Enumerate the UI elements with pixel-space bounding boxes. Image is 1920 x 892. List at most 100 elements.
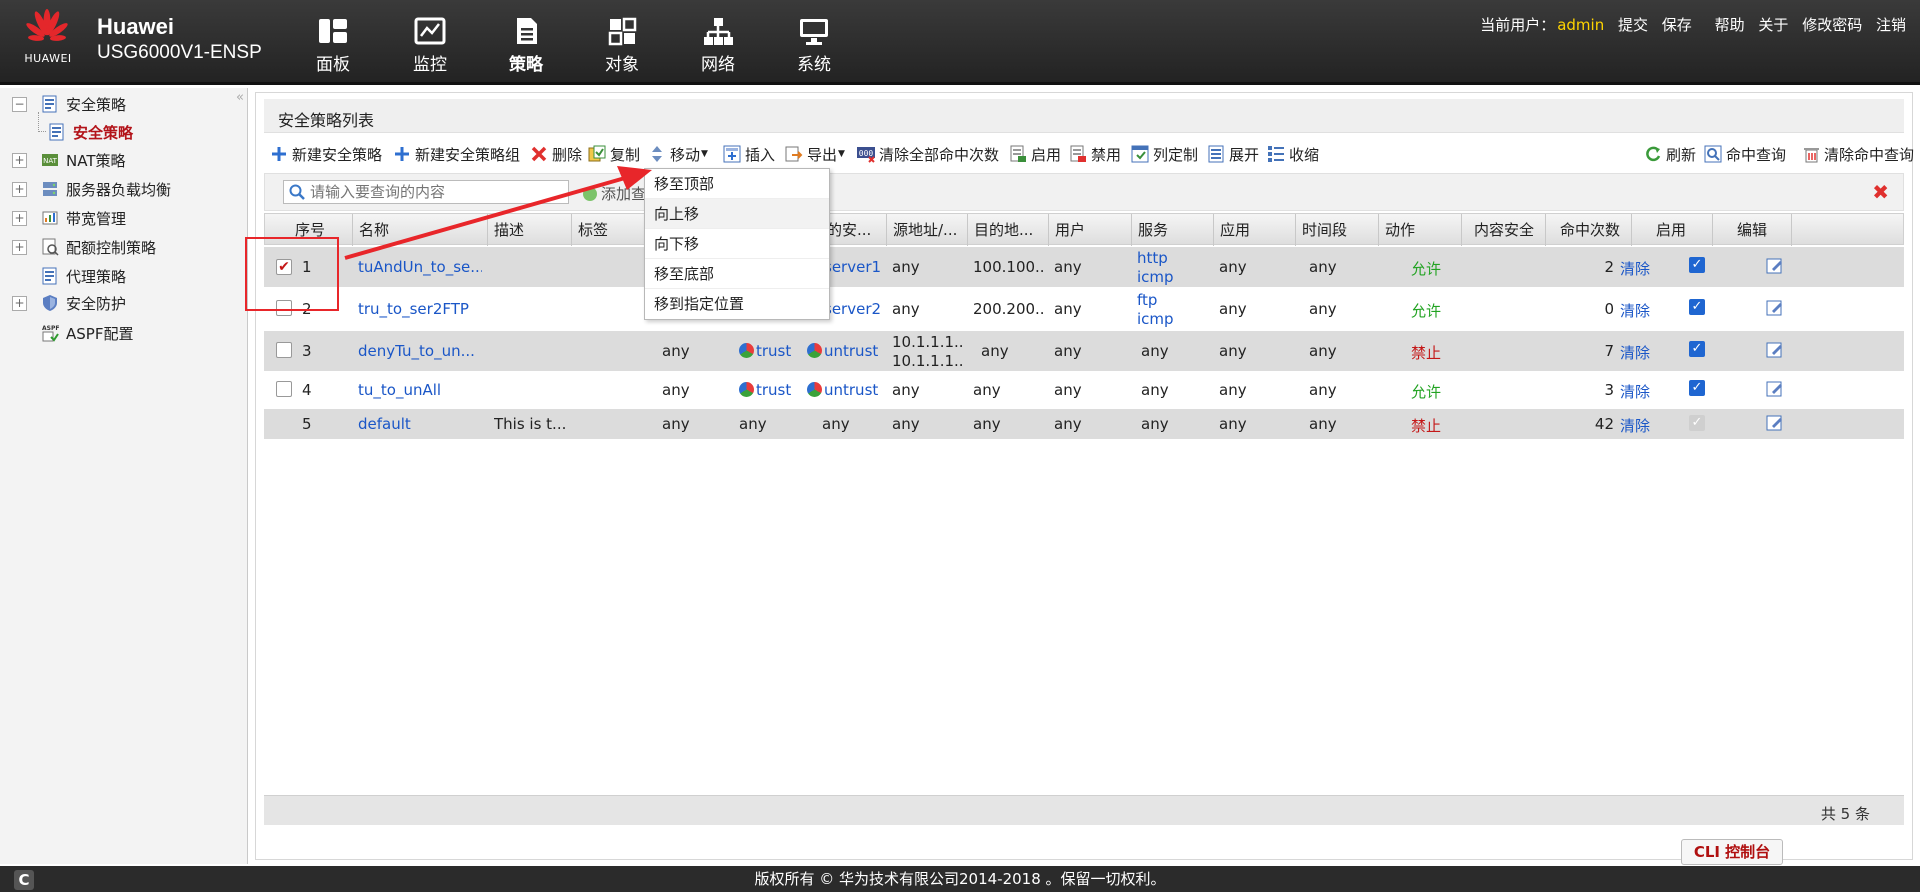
enabled-checkbox[interactable]: ✓	[1689, 341, 1705, 357]
sidebar-item-bandwidth[interactable]: + 带宽管理	[12, 206, 126, 230]
menu-move-to-position[interactable]: 移到指定位置	[645, 289, 829, 319]
clear-all-hits-button[interactable]: 000 清除全部命中次数	[857, 141, 999, 167]
col-desc[interactable]: 描述	[488, 214, 572, 246]
move-button[interactable]: 移动 ▼	[648, 141, 708, 167]
svg-text:NAT: NAT	[43, 157, 57, 165]
policy-name-link[interactable]: denyTu_to_un...	[358, 342, 482, 360]
sidebar-item-security-policy[interactable]: − 安全策略	[12, 92, 126, 116]
table-row[interactable]: 4 tu_to_unAll any trust untrust any any …	[264, 373, 1904, 407]
clear-hits-link[interactable]: 清除	[1620, 415, 1650, 436]
menu-move-down[interactable]: 向下移	[645, 229, 829, 259]
col-hits[interactable]: 命中次数	[1546, 214, 1632, 246]
nav-object[interactable]: 对象	[582, 16, 662, 75]
policy-name-link[interactable]: tuAndUn_to_se...	[358, 258, 482, 276]
col-service[interactable]: 服务	[1132, 214, 1214, 246]
table-row[interactable]: 5 default This is t... any any any any a…	[264, 409, 1904, 439]
expand-toggle[interactable]: +	[12, 210, 27, 226]
total-count: 共 5 条	[1820, 805, 1870, 823]
add-query-button[interactable]: 添加查	[583, 183, 646, 204]
delete-button[interactable]: 删除	[530, 141, 582, 167]
export-button[interactable]: 导出 ▼	[785, 141, 845, 167]
row-no: 3	[302, 342, 312, 360]
clear-hits-link[interactable]: 清除	[1620, 258, 1650, 279]
policy-name-link[interactable]: tu_to_unAll	[358, 381, 482, 399]
save-link[interactable]: 保存	[1662, 16, 1692, 34]
edit-icon[interactable]	[1766, 258, 1784, 278]
copy-button[interactable]: 复制	[588, 141, 640, 167]
enabled-checkbox[interactable]: ✓	[1689, 299, 1705, 315]
col-src-addr[interactable]: 源地址/...	[887, 214, 968, 246]
clear-hits-link[interactable]: 清除	[1620, 381, 1650, 402]
nav-policy[interactable]: 策略	[486, 16, 566, 75]
new-policy-group-button[interactable]: 新建安全策略组	[393, 141, 520, 167]
clear-hits-link[interactable]: 清除	[1620, 300, 1650, 321]
sidebar-item-security-policy-child[interactable]: 安全策略	[38, 112, 133, 144]
policy-name-link[interactable]: tru_to_ser2FTP	[358, 300, 482, 318]
enable-button[interactable]: 启用	[1009, 141, 1061, 167]
edit-icon[interactable]	[1766, 415, 1784, 435]
col-tag[interactable]: 标签	[572, 214, 652, 246]
collapse-toggle[interactable]: −	[12, 96, 27, 112]
sidebar-item-security-protection[interactable]: + 安全防护	[12, 291, 126, 315]
service[interactable]: http icmp	[1137, 249, 1174, 287]
menu-move-to-bottom[interactable]: 移至底部	[645, 259, 829, 289]
expand-all-button[interactable]: 展开	[1207, 141, 1259, 167]
enabled-checkbox[interactable]: ✓	[1689, 380, 1705, 396]
row-checkbox[interactable]	[276, 381, 292, 397]
col-name[interactable]: 名称	[353, 214, 488, 246]
sidebar-item-aspf[interactable]: ASPF ASPF配置	[41, 321, 133, 345]
expand-toggle[interactable]: +	[12, 181, 27, 197]
table-row[interactable]: 2 tru_to_ser2FTP server2 any 200.200....…	[264, 289, 1904, 329]
submit-link[interactable]: 提交	[1618, 16, 1648, 34]
row-checkbox[interactable]	[276, 342, 292, 358]
table-row[interactable]: ✔ 1 tuAndUn_to_se... server1 any 100.100…	[264, 247, 1904, 287]
sidebar-item-proxy[interactable]: 代理策略	[41, 264, 126, 288]
close-search-icon[interactable]: ✖	[1872, 182, 1889, 202]
about-link[interactable]: 关于	[1758, 16, 1788, 34]
hit-query-button[interactable]: 命中查询	[1704, 141, 1786, 167]
nav-network[interactable]: 网络	[678, 16, 758, 75]
nav-dashboard[interactable]: 面板	[293, 16, 373, 75]
new-policy-button[interactable]: 新建安全策略	[270, 141, 382, 167]
expand-toggle[interactable]: +	[12, 239, 27, 255]
sidebar-item-quota[interactable]: + 配额控制策略	[12, 235, 156, 259]
nav-label: 面板	[316, 55, 350, 75]
sidebar-item-nat-policy[interactable]: + NAT NAT策略	[12, 148, 125, 172]
c-logo-icon[interactable]: C	[14, 870, 34, 890]
col-app[interactable]: 应用	[1214, 214, 1296, 246]
col-user[interactable]: 用户	[1049, 214, 1132, 246]
sidebar-item-server-lb[interactable]: + 服务器负载均衡	[12, 177, 171, 201]
disable-button[interactable]: 禁用	[1069, 141, 1121, 167]
enabled-checkbox[interactable]: ✓	[1689, 257, 1705, 273]
cli-console-button[interactable]: CLI 控制台	[1681, 839, 1783, 865]
refresh-button[interactable]: 刷新	[1644, 141, 1696, 167]
clear-hits-link[interactable]: 清除	[1620, 342, 1650, 363]
policy-name-link[interactable]: default	[358, 415, 482, 433]
logout-link[interactable]: 注销	[1876, 16, 1906, 34]
service[interactable]: ftp icmp	[1137, 291, 1174, 329]
table-row[interactable]: 3 denyTu_to_un... any trust untrust 10.1…	[264, 331, 1904, 371]
clear-hit-query-button[interactable]: 清除命中查询	[1802, 141, 1914, 167]
collapse-all-button[interactable]: 收缩	[1267, 141, 1319, 167]
nav-system[interactable]: 系统	[774, 16, 854, 75]
menu-move-up[interactable]: 向上移	[645, 199, 829, 229]
sidebar-collapse-button[interactable]: «	[236, 90, 244, 105]
edit-icon[interactable]	[1766, 381, 1784, 401]
col-action[interactable]: 动作	[1379, 214, 1462, 246]
edit-icon[interactable]	[1766, 300, 1784, 320]
edit-icon[interactable]	[1766, 342, 1784, 362]
help-link[interactable]: 帮助	[1715, 16, 1745, 34]
col-time[interactable]: 时间段	[1296, 214, 1379, 246]
insert-button[interactable]: 插入	[723, 141, 775, 167]
col-edit[interactable]: 编辑	[1713, 214, 1792, 246]
col-enabled[interactable]: 启用	[1632, 214, 1713, 246]
col-content-security[interactable]: 内容安全	[1462, 214, 1546, 246]
change-password-link[interactable]: 修改密码	[1802, 16, 1862, 34]
expand-toggle[interactable]: +	[12, 295, 27, 311]
nav-monitor[interactable]: 监控	[390, 16, 470, 75]
menu-move-to-top[interactable]: 移至顶部	[645, 169, 829, 199]
expand-toggle[interactable]: +	[12, 152, 27, 168]
customize-columns-button[interactable]: 列定制	[1131, 141, 1198, 167]
col-dst-addr[interactable]: 目的地...	[968, 214, 1049, 246]
search-input[interactable]	[283, 180, 569, 204]
